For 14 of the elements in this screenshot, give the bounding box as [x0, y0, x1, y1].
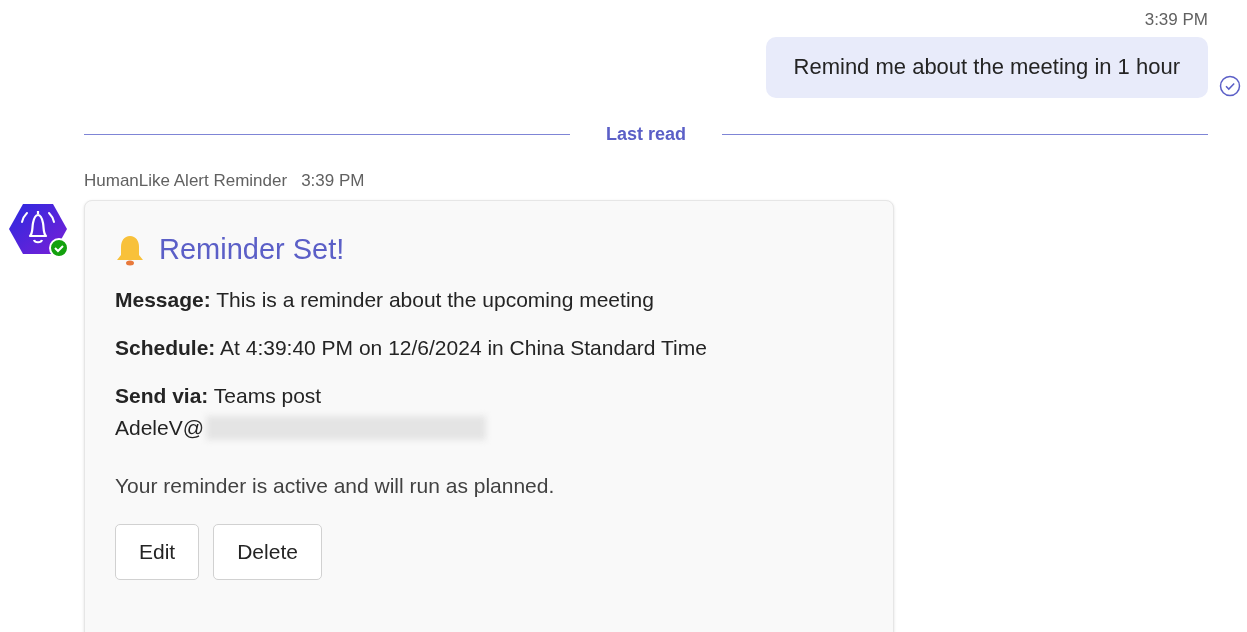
last-read-label: Last read	[606, 124, 687, 145]
message-time: 3:39 PM	[301, 171, 365, 191]
field-line: Schedule: At 4:39:40 PM on 12/6/2024 in China Standard Time	[115, 336, 708, 360]
message-time: 3:39 PM	[1144, 10, 1208, 30]
card-button[interactable]: Edit	[115, 524, 200, 580]
status-text: Your reminder is active and will run as planned.	[115, 474, 556, 498]
recipient-address: AdeleV@	[115, 416, 205, 440]
message-bubble: Remind me about the meeting in 1 hour	[765, 37, 1208, 98]
card-button[interactable]: Delete	[213, 524, 322, 580]
sender-name: HumanLike Alert Reminder	[84, 171, 288, 191]
field-line: Message: This is a reminder about the upcoming meeting	[115, 288, 655, 312]
field-line: Send via: Teams post	[115, 384, 323, 408]
card-title: Reminder Set!	[159, 233, 345, 266]
bell-icon	[115, 233, 145, 266]
